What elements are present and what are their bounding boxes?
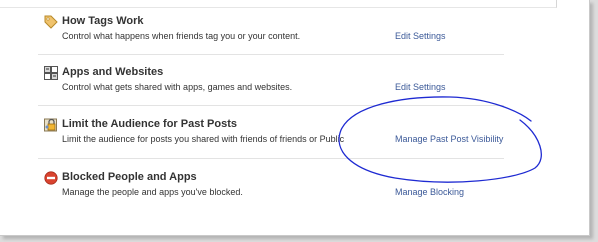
settings-title: How Tags Work: [62, 15, 144, 27]
block-icon: [44, 171, 58, 185]
settings-row-how-tags-work: How Tags Work Control what happens when …: [38, 14, 504, 58]
settings-row-blocked-people: Blocked People and Apps Manage the peopl…: [38, 170, 504, 214]
settings-description: Control what happens when friends tag yo…: [62, 31, 301, 41]
settings-title: Apps and Websites: [62, 66, 164, 78]
row-divider: [38, 158, 504, 159]
settings-description: Limit the audience for posts you shared …: [62, 134, 345, 144]
tag-icon: [44, 15, 58, 29]
edit-settings-link-tags[interactable]: Edit Settings: [395, 30, 446, 42]
privacy-settings-panel: How Tags Work Control what happens when …: [0, 0, 590, 236]
settings-title: Limit the Audience for Past Posts: [62, 118, 238, 130]
manage-blocking-link[interactable]: Manage Blocking: [395, 186, 464, 198]
settings-title: Blocked People and Apps: [62, 171, 197, 183]
settings-description: Control what gets shared with apps, game…: [62, 82, 293, 92]
row-divider: [38, 105, 504, 106]
row-divider: [38, 54, 504, 55]
apps-icon: [44, 66, 58, 80]
settings-row-limit-past-posts: Limit the Audience for Past Posts Limit …: [38, 117, 504, 161]
edit-settings-link-apps[interactable]: Edit Settings: [395, 81, 446, 93]
settings-row-apps-and-websites: Apps and Websites Control what gets shar…: [38, 65, 504, 109]
manage-past-post-visibility-link[interactable]: Manage Past Post Visibility: [395, 133, 503, 145]
lock-icon: [44, 118, 58, 132]
settings-description: Manage the people and apps you've blocke…: [62, 187, 243, 197]
top-divider: [0, 0, 557, 8]
